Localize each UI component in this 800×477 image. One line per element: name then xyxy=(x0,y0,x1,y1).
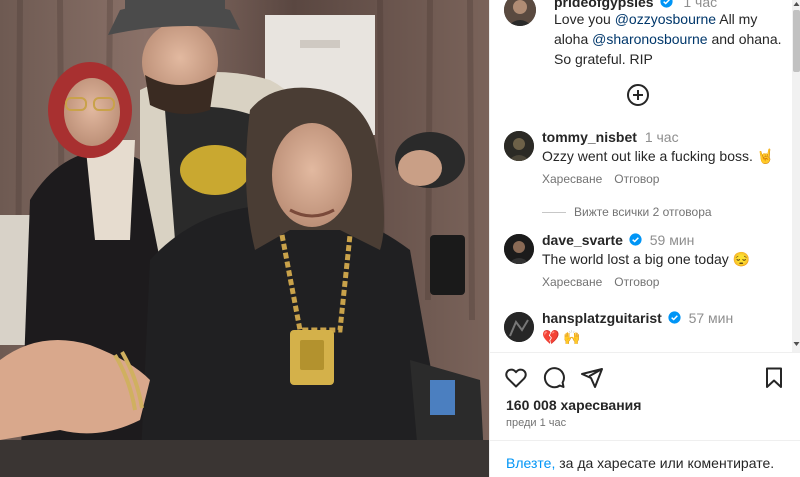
avatar[interactable] xyxy=(504,234,534,264)
divider xyxy=(490,352,800,353)
likes-count[interactable]: 160 008 харесвания xyxy=(506,397,641,413)
view-replies-label: Вижте всички 2 отговора xyxy=(574,205,712,219)
scrollbar-thumb[interactable] xyxy=(793,10,800,72)
divider xyxy=(490,440,800,441)
comment-text: 💔 🙌 xyxy=(542,329,581,345)
comment-like-button[interactable]: Харесване xyxy=(542,275,602,289)
caption-text-part: Love you xyxy=(554,11,615,27)
comment-actions: Харесване Отговор xyxy=(542,275,671,289)
share-icon[interactable] xyxy=(580,366,604,390)
login-prompt: Влезте, за да харесате или коментирате. xyxy=(506,455,774,471)
login-prompt-text: за да харесате или коментирате. xyxy=(555,455,775,471)
verified-badge-icon xyxy=(668,311,681,327)
comment-time: 57 мин xyxy=(688,310,734,326)
bookmark-icon[interactable] xyxy=(762,366,786,390)
comment-header: dave_svarte 59 мин xyxy=(542,232,694,249)
caption-text: Love you @ozzyosbourne All my aloha @sha… xyxy=(554,9,784,69)
comment-like-button[interactable]: Харесване xyxy=(542,172,602,186)
comment-time: 59 мин xyxy=(649,232,695,248)
comment-time: 1 час xyxy=(644,129,679,145)
post-actions-bar xyxy=(504,366,794,390)
instagram-post-view: prideofgypsies 1 час Love you @ozzyosbou… xyxy=(0,0,800,477)
replies-divider-line xyxy=(542,212,566,214)
mention-link[interactable]: @ozzyosbourne xyxy=(615,11,716,27)
post-timestamp[interactable]: преди 1 час xyxy=(506,417,566,429)
view-replies-button[interactable]: Вижте всички 2 отговора xyxy=(542,205,712,219)
comment-icon[interactable] xyxy=(542,366,566,390)
post-photo-image xyxy=(0,0,489,477)
mention-link[interactable]: @sharonosbourne xyxy=(592,31,707,47)
comment-username[interactable]: dave_svarte xyxy=(542,232,623,248)
post-side-panel: prideofgypsies 1 час Love you @ozzyosbou… xyxy=(489,0,800,477)
avatar[interactable] xyxy=(504,0,536,26)
comment-text: Ozzy went out like a fucking boss. 🤘 xyxy=(542,148,775,164)
comment-text: The world lost a big one today 😔 xyxy=(542,251,751,267)
avatar[interactable] xyxy=(504,131,534,161)
scroll-down-arrow-icon[interactable] xyxy=(793,340,800,348)
post-photo[interactable] xyxy=(0,0,489,477)
comment-username[interactable]: hansplatzguitarist xyxy=(542,310,662,326)
comment-actions: Харесване Отговор xyxy=(542,172,671,186)
load-more-comments-button[interactable] xyxy=(626,83,650,107)
comment-username[interactable]: tommy_nisbet xyxy=(542,129,637,145)
plus-circle-icon xyxy=(627,84,649,106)
login-link[interactable]: Влезте, xyxy=(506,455,555,471)
avatar[interactable] xyxy=(504,312,534,342)
verified-badge-icon xyxy=(629,233,642,249)
scroll-up-arrow-icon[interactable] xyxy=(793,0,800,8)
heart-icon[interactable] xyxy=(504,366,528,390)
comment-header: hansplatzguitarist 57 мин xyxy=(542,310,733,327)
comment-reply-button[interactable]: Отговор xyxy=(614,275,659,289)
comment-reply-button[interactable]: Отговор xyxy=(614,172,659,186)
comment-header: tommy_nisbet 1 час xyxy=(542,129,679,145)
comments-scrollbar[interactable] xyxy=(792,0,800,352)
